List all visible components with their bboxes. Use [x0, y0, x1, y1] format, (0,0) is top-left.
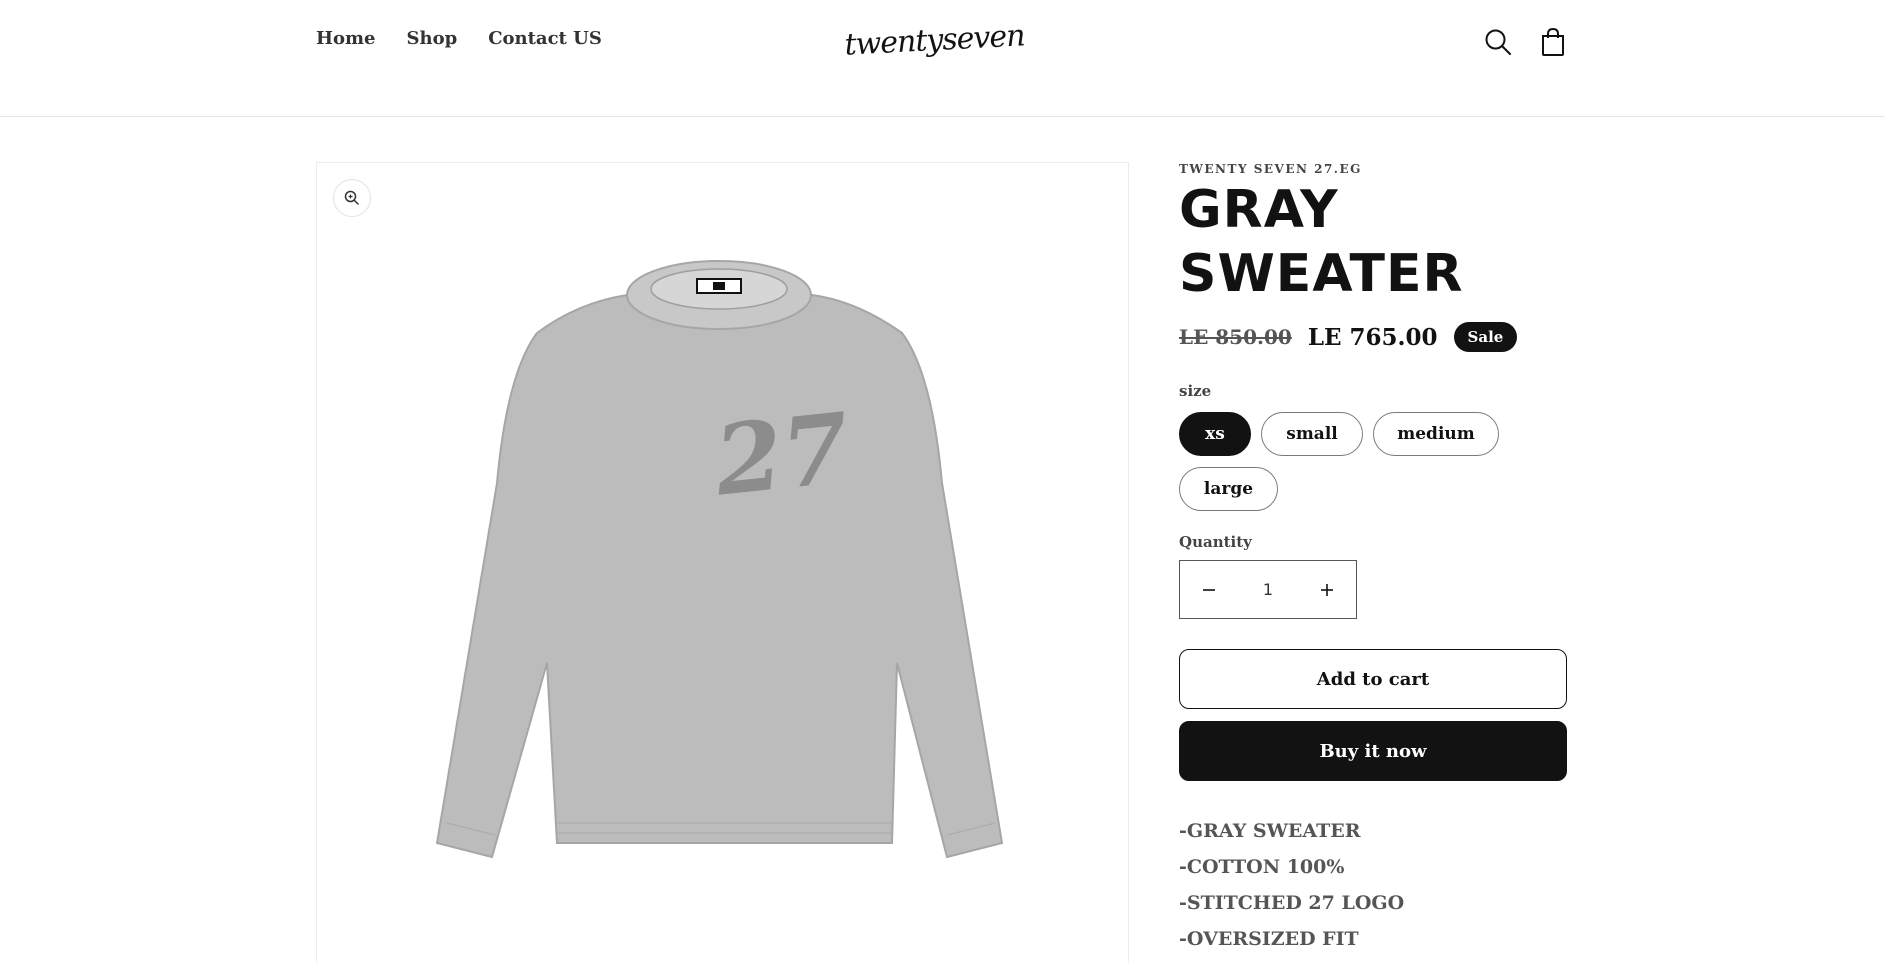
product-description: -GRAY SWEATER -COTTON 100% -STITCHED 27 …: [1179, 813, 1567, 957]
description-line: -GRAY SWEATER: [1179, 820, 1361, 842]
search-icon[interactable]: [1480, 24, 1516, 60]
description-line: -COTTON 100%: [1179, 856, 1345, 878]
site-header: Home Shop Contact US twentyseven: [0, 0, 1885, 117]
price-row: LE 850.00 LE 765.00 Sale: [1179, 320, 1567, 354]
size-option-xs[interactable]: xs: [1179, 412, 1251, 456]
quantity-stepper: [1179, 560, 1357, 619]
zoom-in-icon: [344, 190, 359, 205]
nav-shop[interactable]: Shop: [407, 28, 458, 49]
quantity-input[interactable]: [1238, 561, 1298, 618]
brand-logo[interactable]: twentyseven: [845, 14, 1025, 74]
cart-icon[interactable]: [1535, 24, 1571, 60]
quantity-decrease-button[interactable]: [1180, 561, 1238, 618]
size-option-small[interactable]: small: [1261, 412, 1363, 456]
sweater-logo-mark: 27: [709, 391, 855, 517]
product-gallery: 27: [316, 162, 1129, 963]
size-options: xs small medium large: [1179, 412, 1567, 511]
sale-badge: Sale: [1453, 322, 1518, 352]
price-original: LE 850.00: [1179, 325, 1292, 349]
price-sale: LE 765.00: [1307, 323, 1438, 351]
logo-text: twentyseven: [845, 18, 1025, 62]
product-title: GRAY SWEATER: [1179, 180, 1464, 304]
zoom-button[interactable]: [333, 179, 371, 217]
size-option-medium[interactable]: medium: [1373, 412, 1499, 456]
product-vendor: TWENTY SEVEN 27.EG: [1179, 162, 1362, 176]
buy-now-button[interactable]: Buy it now: [1179, 721, 1567, 781]
plus-icon: [1321, 583, 1333, 596]
description-line: -OVERSIZED FIT: [1179, 928, 1359, 950]
main-nav: Home Shop Contact US: [316, 28, 602, 49]
quantity-increase-button[interactable]: [1298, 561, 1356, 618]
size-label: size: [1179, 382, 1212, 400]
add-to-cart-button[interactable]: Add to cart: [1179, 649, 1567, 709]
size-option-large[interactable]: large: [1179, 467, 1278, 511]
description-line: -STITCHED 27 LOGO: [1179, 892, 1405, 914]
quantity-label: Quantity: [1179, 533, 1252, 551]
product-info: TWENTY SEVEN 27.EG GRAY SWEATER LE 850.0…: [1179, 162, 1567, 957]
nav-home[interactable]: Home: [316, 28, 376, 49]
minus-icon: [1203, 588, 1215, 591]
nav-contact[interactable]: Contact US: [488, 28, 602, 49]
product-image[interactable]: 27: [427, 223, 1007, 863]
